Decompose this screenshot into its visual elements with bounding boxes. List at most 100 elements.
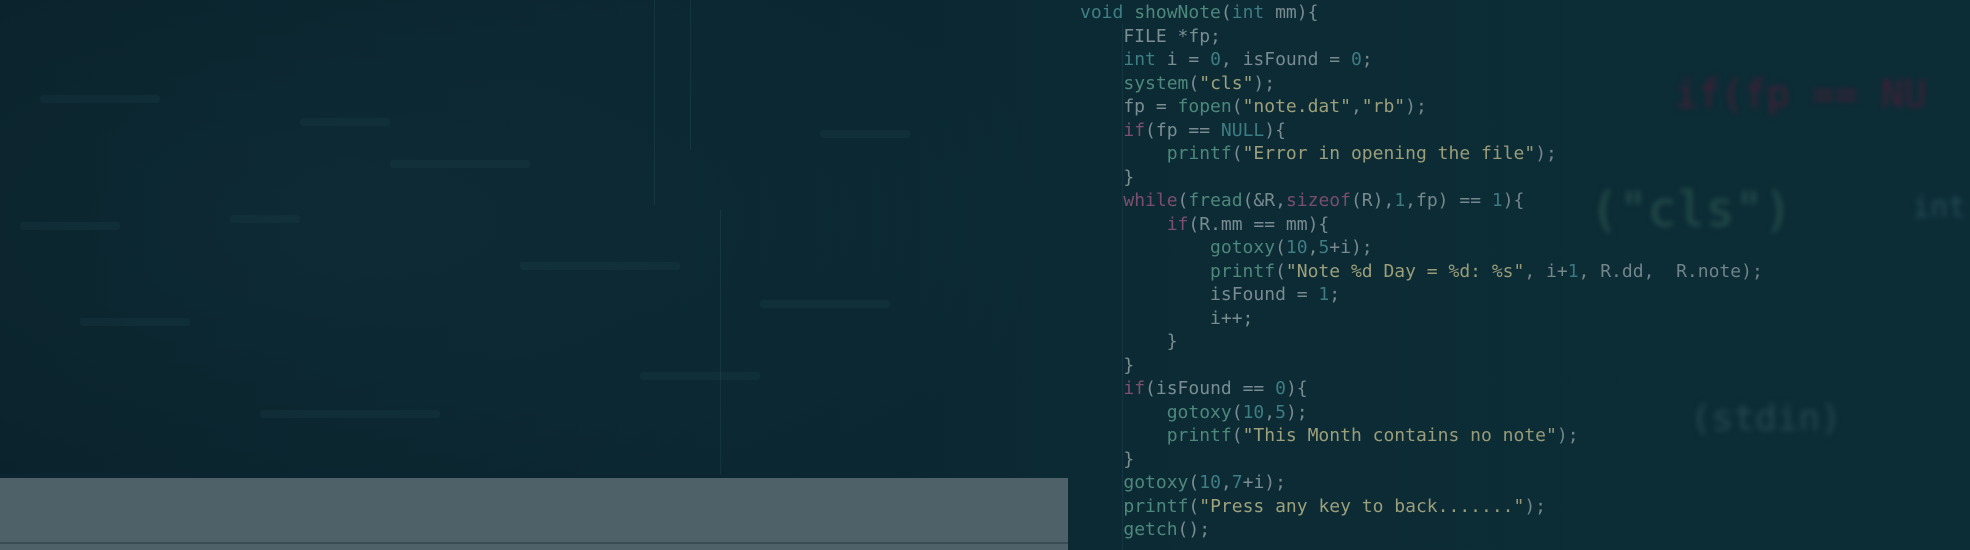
code-token: (	[1231, 143, 1243, 164]
code-token: );	[1253, 72, 1276, 94]
code-token: NULL	[1220, 119, 1265, 141]
code-token: 0	[1350, 49, 1362, 70]
code-line: fp = fopen("note.dat","rb");	[1080, 95, 1763, 119]
code-line: getch();	[1080, 518, 1763, 542]
code-token: isFound =	[1080, 284, 1319, 305]
code-token: (	[1188, 472, 1200, 493]
code-token: printf	[1210, 260, 1276, 282]
code-token: );	[1556, 425, 1579, 446]
code-token: (	[1275, 237, 1286, 258]
code-token: if	[1166, 213, 1189, 235]
code-line: }	[1080, 166, 1763, 190]
code-token: +i);	[1242, 472, 1286, 493]
ghost-line	[40, 95, 160, 103]
code-token: (	[1220, 2, 1232, 23]
code-token: "Note %d Day = %d: %s"	[1285, 260, 1525, 282]
code-line: isFound = 1;	[1080, 283, 1763, 307]
code-token: (	[1231, 401, 1243, 423]
code-token: ,	[1350, 96, 1362, 117]
code-token: (	[1177, 190, 1189, 211]
code-token: (	[1231, 96, 1243, 117]
code-line: gotoxy(10,5+i);	[1080, 236, 1763, 260]
ghost-line	[390, 160, 530, 168]
code-token: ,	[1264, 401, 1276, 423]
code-token: "This Month contains no note"	[1242, 425, 1557, 446]
ghost-line	[520, 262, 680, 270]
code-token: gotoxy	[1166, 401, 1232, 423]
code-token: 1	[1318, 284, 1330, 305]
code-token: );	[1524, 495, 1547, 517]
code-token: fp =	[1080, 96, 1178, 117]
code-token: if	[1123, 378, 1146, 399]
code-token: int	[1123, 49, 1156, 70]
ghost-vertical-rule	[654, 0, 655, 205]
code-line: }	[1080, 330, 1763, 354]
code-token: system	[1123, 72, 1189, 94]
ghost-line	[80, 318, 190, 326]
code-token: "Error in opening the file"	[1242, 143, 1536, 164]
code-token: gotoxy	[1123, 472, 1189, 493]
ghost-vertical-rule	[690, 0, 691, 150]
code-token: ,fp) ==	[1405, 190, 1492, 211]
code-token: (	[1231, 425, 1243, 446]
ghost-line	[260, 410, 440, 418]
code-token: 1	[1394, 190, 1406, 211]
code-token: ){	[1285, 378, 1308, 399]
code-token: ){	[1264, 119, 1286, 141]
ghost-line	[640, 372, 760, 380]
code-token: (	[1275, 260, 1286, 282]
code-block: void showNote(int mm){ FILE *fp; int i =…	[1080, 1, 1763, 542]
code-token: ,	[1220, 472, 1232, 493]
code-token: 1	[1567, 260, 1579, 282]
code-token: showNote	[1134, 2, 1221, 23]
code-token: getch	[1123, 519, 1178, 540]
code-token: FILE *fp;	[1080, 25, 1221, 47]
code-token: (&R,	[1242, 190, 1286, 211]
code-line: int i = 0, isFound = 0;	[1080, 48, 1763, 72]
code-token: sizeof	[1285, 190, 1351, 211]
code-token: , i+	[1524, 260, 1568, 282]
code-token: (	[1188, 72, 1200, 94]
code-token: (R.mm == mm){	[1188, 213, 1330, 235]
code-token: printf	[1166, 425, 1232, 446]
code-token: i =	[1155, 49, 1211, 70]
footer-divider	[0, 542, 1068, 544]
code-line: if(fp == NULL){	[1080, 119, 1763, 143]
code-token: , isFound =	[1220, 49, 1351, 70]
code-token: i++;	[1080, 307, 1254, 329]
code-line: void showNote(int mm){	[1080, 1, 1763, 25]
code-token: );	[1285, 401, 1308, 423]
code-token: 5	[1275, 401, 1286, 423]
code-token: +i);	[1329, 237, 1373, 258]
code-line: system("cls");	[1080, 72, 1763, 96]
code-token: mm){	[1264, 2, 1319, 23]
code-token: (fp ==	[1145, 119, 1221, 141]
code-token: );	[1405, 96, 1427, 117]
code-line: printf("Error in opening the file");	[1080, 142, 1763, 166]
code-token: "Press any key to back......."	[1199, 495, 1525, 517]
code-token: 10	[1285, 237, 1308, 258]
code-token: 10	[1199, 472, 1221, 493]
code-token: "cls"	[1199, 72, 1254, 94]
code-token: }	[1080, 166, 1135, 188]
code-line: printf("Press any key to back.......");	[1080, 495, 1763, 519]
left-blank-panel	[0, 0, 1068, 550]
code-line: printf("This Month contains no note");	[1080, 424, 1763, 448]
code-token: 7	[1231, 472, 1243, 493]
code-token: "note.dat"	[1242, 96, 1351, 117]
code-token: 1	[1491, 190, 1503, 211]
code-token: gotoxy	[1210, 237, 1276, 258]
code-background-banner: if(fp == NU ("cls") int (stdin) void sho…	[0, 0, 1970, 550]
code-line: }	[1080, 448, 1763, 472]
code-token: int	[1231, 2, 1265, 23]
ghost-line	[760, 300, 890, 308]
